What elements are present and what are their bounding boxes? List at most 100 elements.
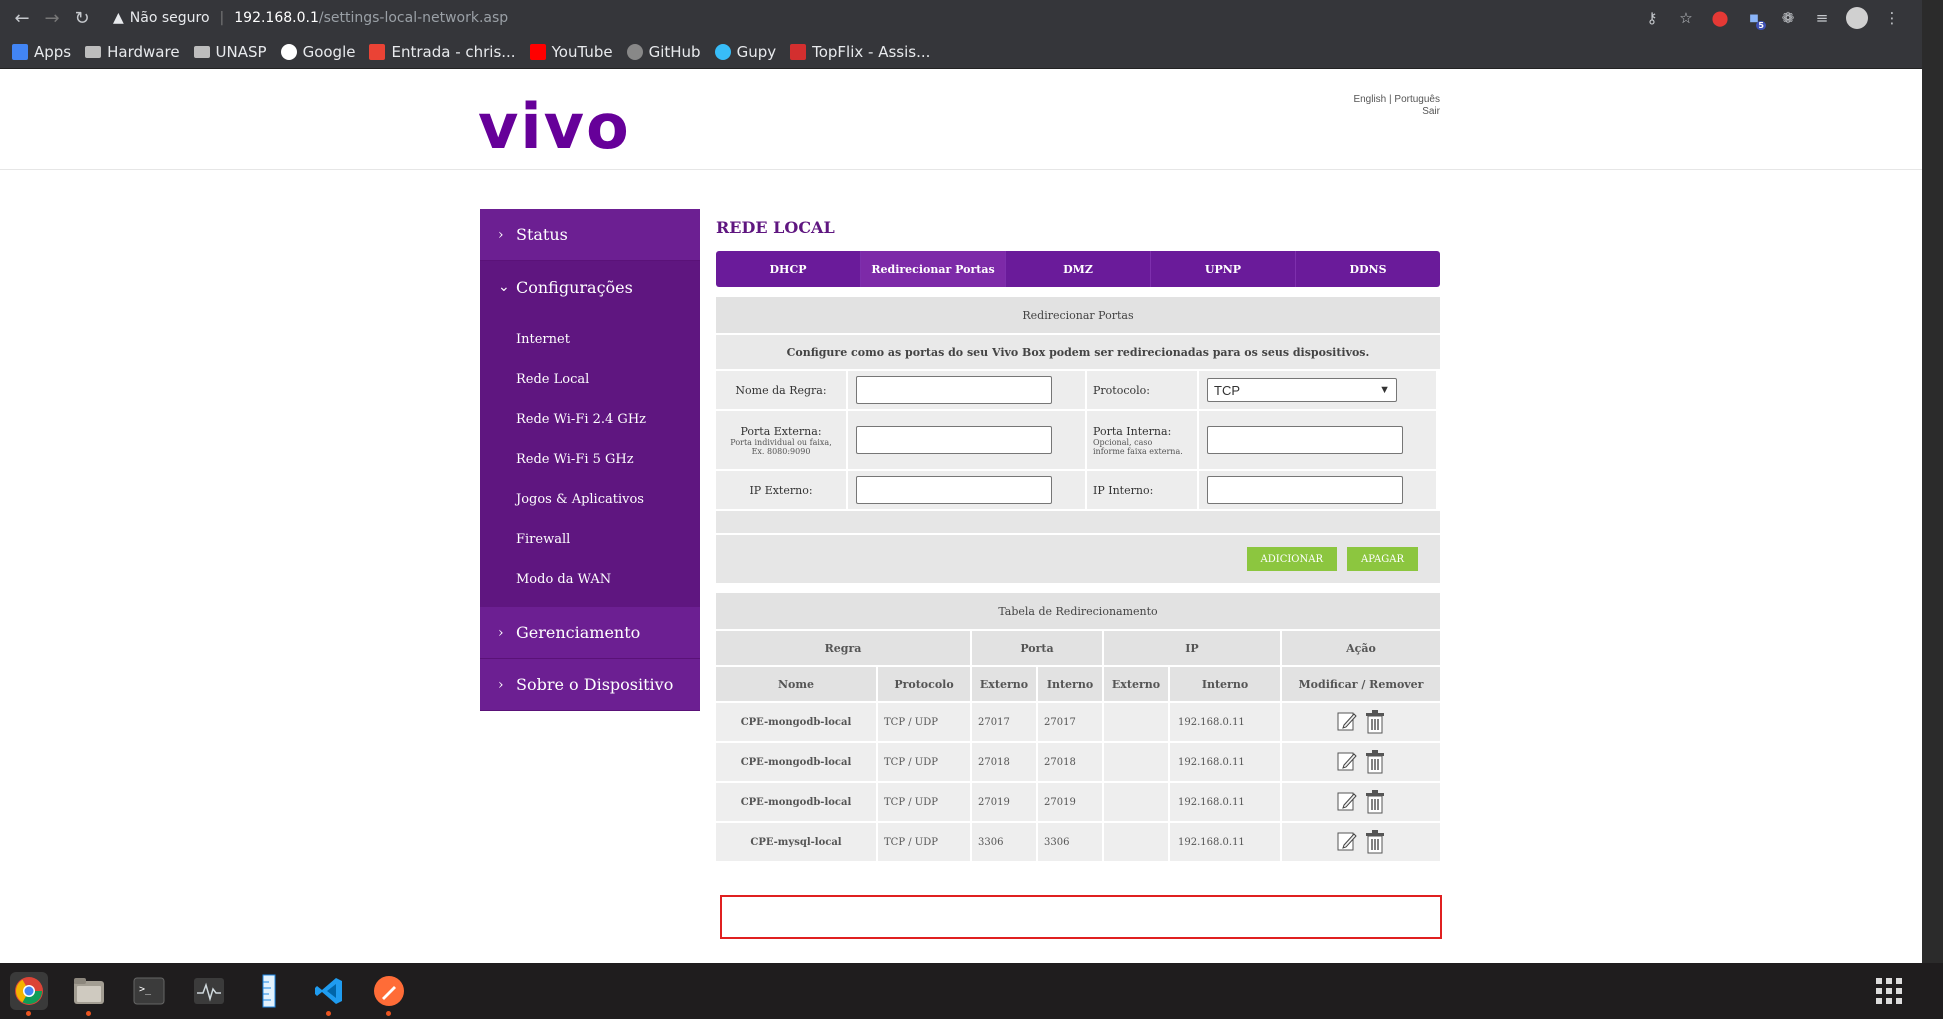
col-acao: Modificar / Remover <box>1282 667 1440 701</box>
topflix-icon <box>790 44 807 60</box>
key-icon[interactable]: ⚷ <box>1642 8 1662 28</box>
bookmark-label: Apps <box>34 43 72 61</box>
svg-text:>_: >_ <box>139 984 152 995</box>
lang-portugues-link[interactable]: Português <box>1394 94 1440 105</box>
row-protocol: TCP / UDP <box>878 703 970 741</box>
lang-english-link[interactable]: English <box>1353 94 1386 105</box>
clear-button[interactable]: APAGAR <box>1347 547 1418 571</box>
bookmark-label: GitHub <box>648 43 701 61</box>
row-port-internal: 27018 <box>1038 743 1102 781</box>
sidebar-subitem[interactable]: Jogos & Aplicativos <box>480 479 700 519</box>
sidebar-subitem[interactable]: Rede Local <box>480 359 700 399</box>
running-indicator <box>86 1011 91 1016</box>
sidebar-subitem[interactable]: Rede Wi-Fi 5 GHz <box>480 439 700 479</box>
trash-icon[interactable] <box>1364 710 1386 734</box>
row-port-external: 27019 <box>972 783 1036 821</box>
edit-icon[interactable] <box>1336 790 1358 814</box>
ip-externo-input[interactable] <box>856 476 1052 504</box>
sidebar-item-label: Status <box>516 225 568 244</box>
terminal-app-icon[interactable]: >_ <box>130 972 168 1010</box>
reload-icon[interactable]: ↻ <box>67 3 97 33</box>
bookmark-label: YouTube <box>551 43 613 61</box>
warning-icon[interactable]: ▲ <box>113 10 124 26</box>
edit-icon[interactable] <box>1336 710 1358 734</box>
avatar[interactable] <box>1846 7 1868 29</box>
forward-icon[interactable]: → <box>37 3 67 33</box>
puzzle-icon[interactable]: ❁ <box>1778 8 1798 28</box>
menu-icon[interactable]: ⋮ <box>1882 8 1902 28</box>
bookmark-item[interactable]: Google <box>280 43 355 61</box>
github-icon <box>626 44 643 60</box>
bookmark-item[interactable]: Hardware <box>85 43 180 61</box>
show-apps-icon[interactable] <box>1876 978 1902 1004</box>
postman-app-icon[interactable] <box>370 972 408 1016</box>
protocolo-select[interactable]: TCP ▼ <box>1207 378 1397 402</box>
files-app-icon[interactable] <box>70 972 108 1016</box>
gupy-icon <box>714 44 731 60</box>
table-row: CPE-mongodb-local TCP / UDP 27017 27017 192.… <box>716 703 1440 741</box>
trash-icon[interactable] <box>1364 750 1386 774</box>
vscode-app-icon[interactable] <box>310 972 348 1016</box>
ip-interno-input[interactable] <box>1207 476 1403 504</box>
logout-link[interactable]: Sair <box>1300 106 1440 118</box>
group-header-regra: Regra <box>716 631 970 665</box>
bookmark-item[interactable]: UNASP <box>193 43 267 61</box>
sidebar-subitem[interactable]: Firewall <box>480 519 700 559</box>
tab-ddns[interactable]: DDNS <box>1296 251 1440 287</box>
url-bar[interactable]: ▲ Não seguro | 192.168.0.1 /settings-loc… <box>113 3 1622 33</box>
trash-icon[interactable] <box>1364 790 1386 814</box>
running-indicator <box>26 1011 31 1016</box>
tab-dmz[interactable]: DMZ <box>1006 251 1151 287</box>
bookmark-item[interactable]: TopFlix - Assis... <box>790 43 930 61</box>
row-name: CPE-mongodb-local <box>716 783 876 821</box>
tab-upnp[interactable]: UPNP <box>1151 251 1296 287</box>
protocolo-label: Protocolo: <box>1087 371 1197 409</box>
tab-dhcp[interactable]: DHCP <box>716 251 861 287</box>
sidebar-submenu: Internet Rede Local Rede Wi-Fi 2.4 GHz Rede… <box>480 313 700 607</box>
extension-red-icon[interactable]: ⬤ <box>1710 8 1730 28</box>
trash-icon[interactable] <box>1364 830 1386 854</box>
sidebar-subitem[interactable]: Modo da WAN <box>480 559 700 599</box>
system-monitor-icon[interactable] <box>190 972 228 1010</box>
sidebar-item-gerenciamento[interactable]: › Gerenciamento <box>480 607 700 659</box>
row-ip-external <box>1104 783 1168 821</box>
nome-regra-input[interactable] <box>856 376 1052 404</box>
col-porta-interno: Interno <box>1038 667 1102 701</box>
porta-interna-hint: Opcional, caso informe faixa externa. <box>1093 437 1183 456</box>
porta-interna-input[interactable] <box>1207 426 1403 454</box>
sidebar-item-sobre[interactable]: › Sobre o Dispositivo <box>480 659 700 711</box>
back-icon[interactable]: ← <box>7 3 37 33</box>
bookmark-item[interactable]: Gupy <box>714 43 776 61</box>
media-icon[interactable]: ≡ <box>1812 8 1832 28</box>
protocolo-value: TCP <box>1214 382 1240 398</box>
form-button-bar: ADICIONAR APAGAR <box>716 533 1440 583</box>
bookmark-item[interactable]: YouTube <box>529 43 613 61</box>
sidebar-item-status[interactable]: › Status <box>480 209 700 261</box>
sidebar-item-configuracoes[interactable]: ⌄ Configurações <box>480 261 700 313</box>
row-protocol: TCP / UDP <box>878 783 970 821</box>
row-port-external: 3306 <box>972 823 1036 861</box>
bookmark-item[interactable]: Apps <box>12 43 71 61</box>
youtube-icon <box>529 44 546 60</box>
google-icon <box>280 44 297 60</box>
chrome-app-icon[interactable] <box>10 972 48 1016</box>
sidebar-subitem[interactable]: Rede Wi-Fi 2.4 GHz <box>480 399 700 439</box>
tab-redirecionar-portas[interactable]: Redirecionar Portas <box>861 251 1006 287</box>
porta-externa-hint: Porta individual ou faixa, Ex. 8080:9090 <box>730 437 832 456</box>
edit-icon[interactable] <box>1336 750 1358 774</box>
add-button[interactable]: ADICIONAR <box>1246 547 1337 571</box>
porta-externa-input[interactable] <box>856 426 1052 454</box>
row-actions <box>1282 703 1440 741</box>
row-name: CPE-mongodb-local <box>716 743 876 781</box>
ruler-app-icon[interactable] <box>250 972 288 1010</box>
vivo-logo[interactable]: vivo <box>478 90 631 163</box>
bookmark-item[interactable]: GitHub <box>626 43 701 61</box>
bookmark-item[interactable]: Entrada - chris... <box>369 43 516 61</box>
redirect-table-title: Tabela de Redirecionamento <box>716 593 1440 629</box>
edit-icon[interactable] <box>1336 830 1358 854</box>
table-row: CPE-mongodb-local TCP / UDP 27018 27018 192.… <box>716 743 1440 781</box>
extension-badge-icon[interactable]: ■ 5 <box>1744 8 1766 30</box>
security-label[interactable]: Não seguro <box>130 10 210 26</box>
star-icon[interactable]: ☆ <box>1676 8 1696 28</box>
sidebar-subitem[interactable]: Internet <box>480 319 700 359</box>
